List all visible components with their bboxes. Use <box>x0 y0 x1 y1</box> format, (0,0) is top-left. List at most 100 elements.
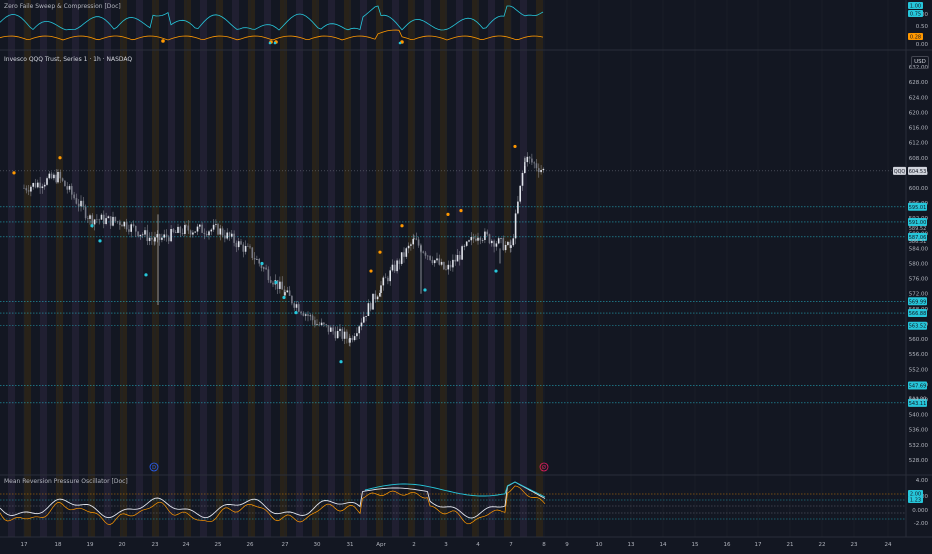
candle <box>237 241 240 248</box>
candle <box>468 240 470 242</box>
price-axis-label: 572.00 <box>909 292 929 298</box>
candle <box>382 277 385 286</box>
candle <box>177 226 179 233</box>
candle <box>343 331 346 339</box>
buy-signal-dot <box>260 261 264 266</box>
candle <box>309 315 312 317</box>
candle <box>470 237 473 241</box>
candle <box>394 264 396 272</box>
candle <box>318 324 321 326</box>
candle <box>380 285 382 293</box>
candle <box>139 234 142 237</box>
candle <box>119 221 121 225</box>
candle <box>349 337 351 343</box>
sell-signal-dot <box>459 209 463 213</box>
candle <box>132 224 135 226</box>
candle <box>484 231 486 240</box>
session-band <box>536 0 543 537</box>
candle <box>189 230 192 235</box>
candle <box>240 241 242 245</box>
candle <box>497 238 500 244</box>
candle <box>61 178 64 181</box>
chart-canvas[interactable]: 1.000.500.001.000.750.28 DØ 4.002.000.00… <box>0 0 932 550</box>
sell-signal-dot <box>369 269 373 273</box>
level-badge-text: 566.88 <box>909 311 927 317</box>
candle <box>325 324 327 326</box>
time-axis-label: 23 <box>152 542 159 548</box>
candle <box>459 254 461 260</box>
candle <box>203 232 206 235</box>
currency-button[interactable]: USD <box>911 56 929 69</box>
candle <box>112 216 114 226</box>
candle <box>334 331 337 339</box>
candle <box>196 226 199 232</box>
time-axis-label: 20 <box>119 542 126 548</box>
candle <box>372 293 374 310</box>
chart-window[interactable]: 1.000.500.001.000.750.28 DØ 4.002.000.00… <box>0 0 932 550</box>
time-axis-label: 26 <box>247 542 254 548</box>
candle <box>410 244 412 246</box>
candle <box>192 232 194 235</box>
session-band <box>488 0 495 537</box>
candle <box>256 258 258 260</box>
candle <box>212 224 215 230</box>
candle <box>201 224 203 233</box>
price-axis-label: 580.00 <box>909 262 929 268</box>
candle <box>367 303 370 317</box>
price-axis-label: 584.00 <box>909 246 929 252</box>
top-dot <box>161 39 165 43</box>
main-chart-title[interactable]: Invesco QQQ Trust, Series 1 · 1h · NASDA… <box>4 56 132 63</box>
candle <box>168 237 170 242</box>
price-axis-label: 528.00 <box>909 458 929 464</box>
candle <box>141 234 144 236</box>
price-axis-label: 556.00 <box>909 352 929 358</box>
candle <box>46 178 48 185</box>
candle <box>107 216 110 219</box>
time-axis-label: 31 <box>347 542 354 548</box>
candle <box>353 336 356 341</box>
candle <box>135 225 137 232</box>
candle <box>486 231 488 235</box>
candle <box>415 238 418 240</box>
time-axis-label: 23 <box>851 542 858 548</box>
session-band <box>296 0 303 537</box>
oscillator-title[interactable]: Mean Reversion Pressure Oscillator [Doc] <box>4 478 128 485</box>
candle <box>75 198 78 204</box>
candle <box>391 264 394 271</box>
candle <box>199 224 201 227</box>
candle <box>148 237 151 242</box>
candle <box>336 330 339 339</box>
candle <box>27 190 30 192</box>
candle <box>224 235 226 239</box>
extra-price-label: 589.52 <box>909 226 927 232</box>
candle <box>267 269 270 281</box>
session-band <box>520 0 527 537</box>
osc-scale-label: 4.00 <box>916 478 929 484</box>
buy-signal-dot <box>339 360 343 364</box>
candle <box>59 171 62 179</box>
session-band <box>40 0 47 537</box>
price-axis-label: 628.00 <box>909 80 929 86</box>
time-axis-label: 27 <box>282 542 289 548</box>
candle <box>358 326 360 334</box>
candle <box>332 327 334 332</box>
time-axis-label: 13 <box>628 542 635 548</box>
candle <box>130 224 132 232</box>
candle <box>456 254 459 262</box>
candle <box>412 238 414 245</box>
session-band <box>72 0 79 537</box>
candle <box>210 229 213 232</box>
session-band <box>120 0 127 537</box>
sell-signal-dot <box>378 250 382 254</box>
candle <box>500 238 502 239</box>
top-indicator-title[interactable]: Zero Faile Sweep & Compression [Doc] <box>4 3 121 10</box>
candle <box>314 320 316 325</box>
candle <box>55 174 57 183</box>
session-bands <box>8 0 543 537</box>
candle <box>295 304 298 308</box>
osc-scale-label: 0.000 <box>912 508 928 514</box>
candle <box>286 290 289 293</box>
time-axis-label: 10 <box>596 542 603 548</box>
extra-price-label: 586.51 <box>909 239 927 245</box>
level-badge-text: 563.52 <box>909 324 927 330</box>
